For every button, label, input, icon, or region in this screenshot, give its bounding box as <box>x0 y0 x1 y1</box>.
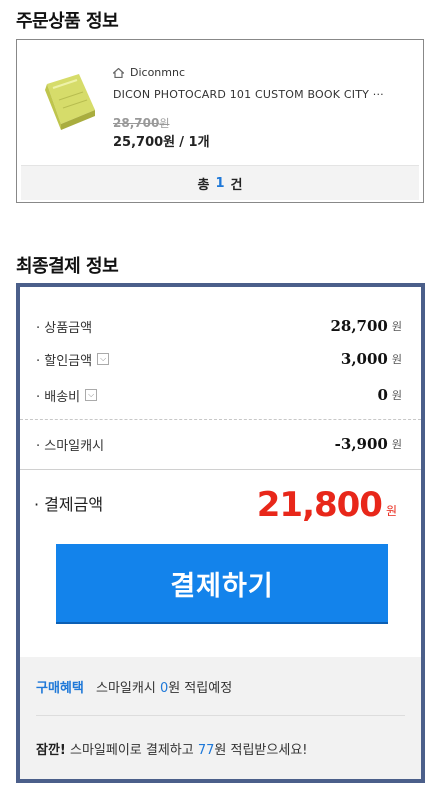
sale-price-line: 25,700원 / 1개 <box>113 131 210 150</box>
final-amount: 21,800 원 <box>256 485 397 525</box>
purchase-benefit-panel: 구매혜택 스마일캐시 0원 적립예정 잠깐! 스마일페이로 결제하고 77원 적… <box>20 657 421 779</box>
order-total-bar: 총 1 건 <box>21 165 419 200</box>
payment-summary-box: · 상품금액 28,700 원 · 할인금액 ⌵ 3,000 원 · 배송비 ⌵… <box>16 283 425 783</box>
chevron-down-icon[interactable]: ⌵ <box>97 353 110 365</box>
quantity: / 1개 <box>179 135 210 150</box>
order-count: 1 <box>215 175 225 191</box>
row-discount-amount: · 할인금액 ⌵ 3,000 원 <box>36 350 402 369</box>
sale-price: 25,700원 <box>113 135 176 150</box>
product-thumbnail[interactable] <box>39 70 97 130</box>
final-amount-label: · 결제금액 <box>34 495 104 514</box>
seller-name: Diconmnc <box>130 66 186 79</box>
payment-section-title: 최종결제 정보 <box>16 256 119 277</box>
smilepay-tip: 잠깐! 스마일페이로 결제하고 77원 적립받으세요! <box>36 743 308 758</box>
divider <box>36 715 405 716</box>
product-name[interactable]: DICON PHOTOCARD 101 CUSTOM BOOK CITY ··· <box>113 88 403 101</box>
row-product-amount: · 상품금액 28,700 원 <box>36 317 402 336</box>
divider <box>20 419 421 420</box>
order-section-title: 주문상품 정보 <box>16 11 119 32</box>
row-shipping-fee: · 배송비 ⌵ 0 원 <box>36 386 402 405</box>
original-price: 28,700원 <box>113 116 170 130</box>
pay-button[interactable]: 결제하기 <box>56 544 388 624</box>
divider <box>20 469 421 470</box>
benefit-line: 구매혜택 스마일캐시 0원 적립예정 <box>36 681 233 696</box>
order-product-box: Diconmnc DICON PHOTOCARD 101 CUSTOM BOOK… <box>16 39 424 203</box>
row-smile-cash: · 스마일캐시 -3,900 원 <box>36 435 402 454</box>
chevron-down-icon[interactable]: ⌵ <box>85 389 98 401</box>
seller-link[interactable]: Diconmnc <box>113 66 185 79</box>
home-icon <box>113 67 124 78</box>
